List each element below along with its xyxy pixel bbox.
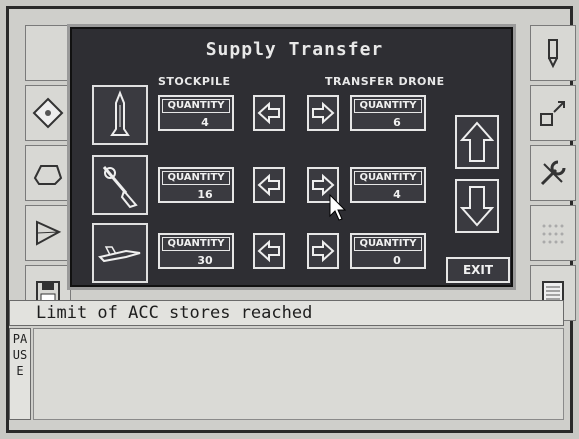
- resize-icon[interactable]: [530, 85, 576, 141]
- fuel-pump-icon: [92, 155, 148, 215]
- transfer-left-button-1[interactable]: [253, 95, 285, 131]
- panel-title: Supply Transfer: [205, 39, 384, 60]
- transfer-left-button-3[interactable]: [253, 233, 285, 269]
- drone-quantity-2: QUANTITY 4: [350, 167, 426, 203]
- pencil-icon[interactable]: [530, 25, 576, 81]
- drone-quantity-1: QUANTITY 6: [350, 95, 426, 131]
- hexagon-prism-icon[interactable]: [25, 145, 71, 201]
- transfer-left-button-2[interactable]: [253, 167, 285, 203]
- pause-button[interactable]: PAUSE: [9, 328, 31, 420]
- mouse-pointer-icon: [329, 194, 347, 221]
- drone-quantity-3: QUANTITY 0: [350, 233, 426, 269]
- missile-icon: [92, 85, 148, 145]
- exit-button[interactable]: EXIT: [446, 257, 510, 283]
- supply-transfer-panel: Supply Transfer STOCKPILE TRANSFER DRONE…: [67, 24, 516, 290]
- transfer-right-button-1[interactable]: [307, 95, 339, 131]
- stockpile-quantity-1: QUANTITY 4: [158, 95, 234, 131]
- status-message: Limit of ACC stores reached: [9, 300, 564, 326]
- message-area: [33, 328, 564, 420]
- blank-tool-slot: [25, 25, 71, 81]
- stockpile-quantity-3: QUANTITY 30: [158, 233, 234, 269]
- wrench-icon[interactable]: [530, 145, 576, 201]
- transfer-drone-header: TRANSFER DRONE: [325, 75, 445, 88]
- scroll-down-button[interactable]: [455, 179, 499, 233]
- map-diamond-icon[interactable]: [25, 85, 71, 141]
- stockpile-header: STOCKPILE: [158, 75, 231, 88]
- grid-dots-icon[interactable]: [530, 205, 576, 261]
- triangle-prism-icon[interactable]: [25, 205, 71, 261]
- transfer-right-button-3[interactable]: [307, 233, 339, 269]
- stockpile-quantity-2: QUANTITY 16: [158, 167, 234, 203]
- scroll-up-button[interactable]: [455, 115, 499, 169]
- aircraft-icon: [92, 223, 148, 283]
